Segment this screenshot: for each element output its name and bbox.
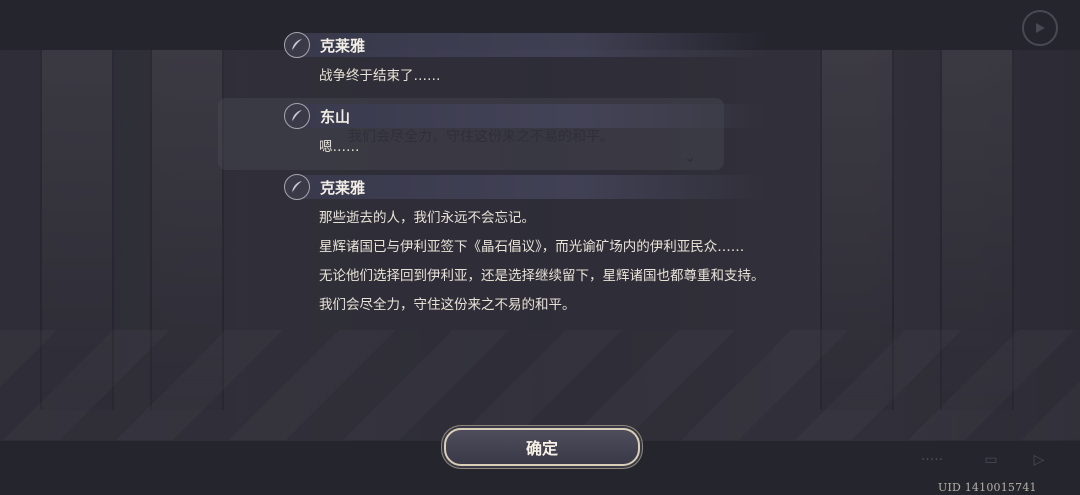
confirm-button[interactable]: 确定 — [444, 428, 640, 466]
quill-icon — [284, 32, 310, 58]
dialog-line: 我们会尽全力，守住这份来之不易的和平。 — [319, 297, 576, 313]
log-entry: 东山 嗯…… — [284, 101, 784, 158]
play-icon — [1036, 23, 1045, 33]
auto-play-button[interactable] — [1022, 10, 1058, 46]
speaker-name: 东山 — [320, 107, 351, 126]
dialog-log[interactable]: 克莱雅 战争终于结束了…… 东山 嗯…… 克莱雅 那些逝去的人，我们永远不会忘记… — [284, 30, 784, 330]
speaker-row: 东山 — [284, 101, 784, 131]
dialog-line: 星辉诸国已与伊利亚签下《晶石倡议》，而光谕矿场内的伊利亚民众…… — [319, 239, 745, 255]
speaker-row: 克莱雅 — [284, 30, 784, 60]
speaker-name-bar — [298, 175, 768, 199]
dialog-line: 那些逝去的人，我们永远不会忘记。 — [319, 210, 535, 226]
quill-icon — [284, 174, 310, 200]
game-screen: 我们会尽全力，守住这份来之不易的和平。 ⌄ ····· ▭ ▷ 克莱雅 战争终于… — [0, 0, 1080, 495]
speaker-name-bar — [298, 33, 768, 57]
skip-button[interactable]: ····· — [912, 447, 952, 473]
log-entry: 克莱雅 那些逝去的人，我们永远不会忘记。 星辉诸国已与伊利亚签下《晶石倡议》，而… — [284, 172, 784, 316]
speaker-name: 克莱雅 — [320, 36, 366, 55]
auto-button[interactable]: ▷ — [1024, 447, 1054, 473]
speaker-name-bar — [298, 104, 768, 128]
dialog-line: 战争终于结束了…… — [319, 68, 441, 84]
speaker-row: 克莱雅 — [284, 172, 784, 202]
dialog-line: 嗯…… — [319, 139, 360, 155]
log-button[interactable]: ▭ — [976, 447, 1006, 473]
uid-label: UID 1410015741 — [938, 481, 1037, 494]
dialog-line: 无论他们选择回到伊利亚，还是选择继续留下，星辉诸国也都尊重和支持。 — [319, 268, 765, 284]
quill-icon — [284, 103, 310, 129]
log-entry: 克莱雅 战争终于结束了…… — [284, 30, 784, 87]
speaker-name: 克莱雅 — [320, 178, 366, 197]
